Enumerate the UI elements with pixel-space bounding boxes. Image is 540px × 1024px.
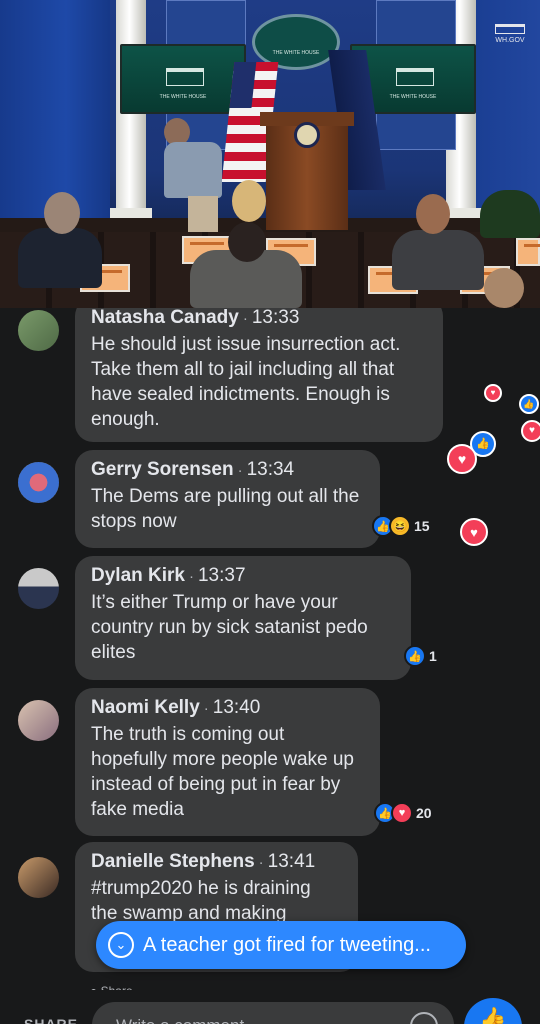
stage-person (158, 118, 228, 236)
comment-text: He should just issue insurrection act. T… (91, 334, 401, 430)
avatar[interactable] (18, 700, 59, 741)
comment-header: Danielle Stephens · 13:41 (91, 851, 316, 872)
presidential-seal (294, 122, 320, 148)
comment-time: 13:37 (197, 565, 246, 586)
comment-list[interactable]: Natasha Canady · 13:33 He should just issu… (0, 308, 540, 998)
audience-head (228, 222, 266, 262)
avatar[interactable] (18, 857, 59, 898)
reaction-count: 15 (414, 518, 430, 534)
comment-text: #trump2020 he is draining the swamp and … (91, 878, 311, 924)
audience-member (480, 190, 540, 238)
chevron-down-icon: ⌄ (108, 932, 134, 958)
thumbs-up-icon: 👍 (479, 1006, 507, 1024)
comment-author[interactable]: Danielle Stephens (91, 851, 255, 872)
emoji-icon[interactable] (410, 1012, 438, 1024)
wh-gov-logo: WH.GOV (490, 24, 530, 52)
audience-head (416, 194, 450, 234)
share-button[interactable]: SHARE (24, 1016, 78, 1024)
avatar[interactable] (18, 568, 59, 609)
composer-bar: SHARE Write a comment... 👍 (0, 990, 540, 1024)
comment-header: Naomi Kelly · 13:40 (91, 697, 261, 718)
comment-author[interactable]: Dylan Kirk (91, 565, 185, 586)
reaction-count: 20 (416, 805, 432, 821)
audience-head (44, 192, 80, 234)
left-monitor: THE WHITE HOUSE (120, 44, 246, 114)
floating-heart-icon: ♥ (447, 444, 477, 474)
comment-time: 13:40 (212, 697, 261, 718)
like-icon: 👍 (404, 645, 426, 667)
floating-like-icon: 👍 (519, 394, 539, 414)
heart-icon: ♥ (391, 802, 413, 824)
comment-author[interactable]: Gerry Sorensen (91, 459, 234, 480)
haha-icon: 😆 (389, 515, 411, 537)
avatar[interactable] (18, 462, 59, 503)
reaction-summary[interactable]: 👍 1 (404, 645, 437, 667)
comment-author[interactable]: Natasha Canady (91, 308, 239, 328)
comment-bubble[interactable]: Naomi Kelly · 13:40 The truth is coming ou… (75, 688, 380, 836)
floating-heart-icon: ♥ (521, 420, 540, 442)
comment-time: 13:33 (251, 308, 300, 328)
reaction-count: 1 (429, 648, 437, 664)
audience-member (392, 230, 484, 290)
comment-header: Natasha Canady · 13:33 (91, 308, 300, 328)
new-comment-label: A teacher got fired for tweeting... (143, 933, 431, 956)
comment-text: The truth is coming out hopefully more p… (91, 724, 355, 820)
floating-heart-icon: ♥ (460, 518, 488, 546)
audience-head (484, 268, 524, 308)
comment-input[interactable]: Write a comment... (92, 1002, 454, 1024)
new-comment-pill[interactable]: ⌄ A teacher got fired for tweeting... (96, 921, 466, 969)
comment-text: It’s either Trump or have your country r… (91, 592, 368, 663)
comment-bubble[interactable]: Gerry Sorensen · 13:34 The Dems are pullin… (75, 450, 380, 548)
seat-sign (516, 238, 540, 266)
reaction-summary[interactable]: 👍 😆 15 (372, 515, 430, 537)
comment-author[interactable]: Naomi Kelly (91, 697, 200, 718)
comment-placeholder: Write a comment... (116, 1016, 258, 1024)
audience-head (232, 180, 266, 222)
comment-bubble[interactable]: Dylan Kirk · 13:37 It’s either Trump or ha… (75, 556, 411, 680)
reaction-summary[interactable]: 👍 ♥ 20 (374, 802, 432, 824)
comment-bubble[interactable]: Natasha Canady · 13:33 He should just issu… (75, 308, 443, 442)
avatar[interactable] (18, 310, 59, 351)
comment-text: The Dems are pulling out all the stops n… (91, 486, 360, 532)
live-video[interactable]: THE WHITE HOUSE THE WHITE HOUSE THE WHIT… (0, 0, 540, 308)
floating-heart-icon: ♥ (484, 384, 502, 402)
audience-member (18, 228, 102, 288)
comment-time: 13:34 (246, 459, 295, 480)
comment-header: Dylan Kirk · 13:37 (91, 565, 246, 586)
comment-time: 13:41 (267, 851, 316, 872)
like-button[interactable]: 👍 (464, 998, 522, 1024)
comment-header: Gerry Sorensen · 13:34 (91, 459, 295, 480)
